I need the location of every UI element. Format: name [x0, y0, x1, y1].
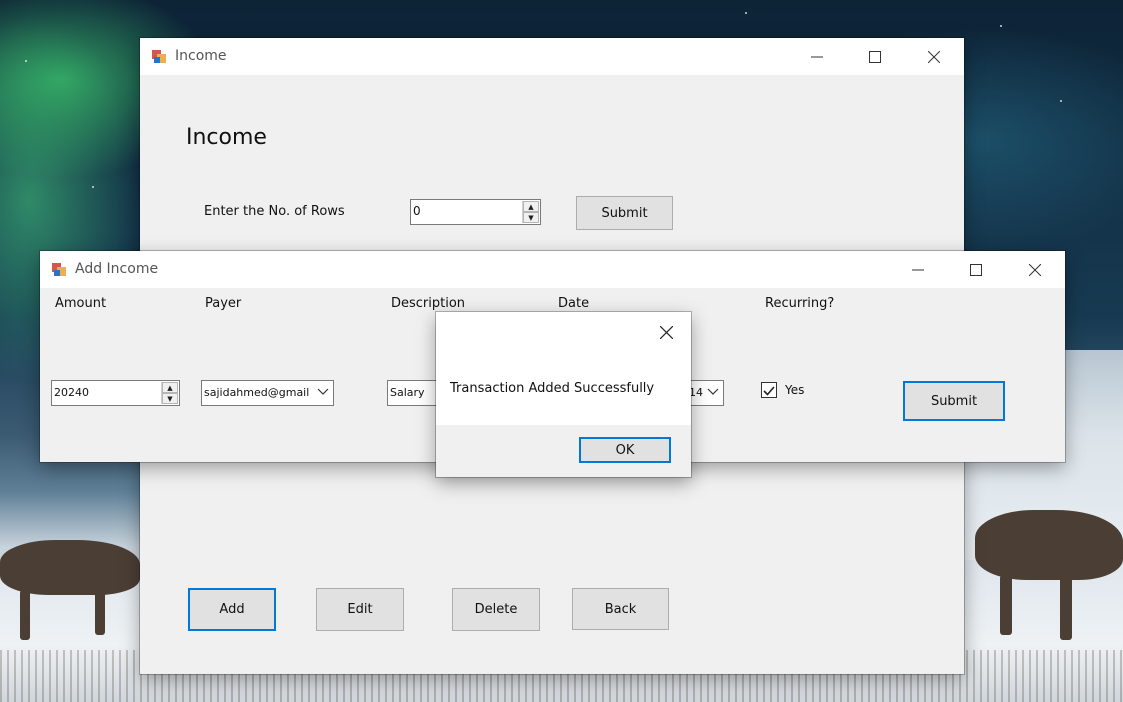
close-button[interactable] [905, 38, 963, 75]
amount-column-label: Amount [55, 296, 107, 311]
maximize-icon [970, 263, 982, 276]
description-value: Salary [390, 386, 425, 399]
maximize-icon [869, 50, 881, 63]
add-button[interactable]: Add [188, 588, 276, 631]
minimize-icon [811, 56, 823, 57]
add-income-titlebar[interactable]: Add Income [40, 251, 1065, 288]
rows-stepper[interactable]: 0 ▲ ▼ [410, 199, 541, 225]
minimize-icon [912, 269, 924, 270]
date-value: 14 [689, 386, 703, 399]
rows-spin[interactable]: ▲ ▼ [522, 201, 539, 223]
message-close-button[interactable] [641, 312, 691, 352]
check-icon [763, 386, 775, 396]
forms-app-icon [52, 263, 66, 276]
star [745, 12, 747, 14]
spin-down-icon[interactable]: ▼ [523, 212, 539, 223]
reindeer-left [0, 540, 140, 595]
minimize-button[interactable] [788, 38, 846, 75]
maximize-button[interactable] [947, 251, 1005, 288]
edit-button[interactable]: Edit [316, 588, 404, 631]
rows-submit-button[interactable]: Submit [576, 196, 673, 230]
forms-app-icon [152, 50, 166, 63]
maximize-button[interactable] [846, 38, 904, 75]
message-box: Transaction Added Successfully OK [436, 312, 691, 477]
recurring-column-label: Recurring? [765, 296, 835, 311]
star [92, 186, 94, 188]
star [25, 60, 27, 62]
reindeer-right [975, 510, 1123, 580]
add-income-submit-button[interactable]: Submit [903, 381, 1005, 421]
back-button[interactable]: Back [572, 588, 669, 630]
add-income-window-title: Add Income [75, 261, 159, 277]
spin-up-icon[interactable]: ▲ [162, 382, 178, 393]
amount-value: 20240 [54, 386, 89, 399]
income-titlebar[interactable]: Income [140, 38, 964, 75]
description-column-label: Description [391, 296, 466, 311]
reindeer-leg [1000, 575, 1012, 635]
amount-spin[interactable]: ▲ ▼ [161, 382, 178, 404]
rows-value: 0 [413, 204, 421, 218]
rows-label: Enter the No. of Rows [204, 204, 345, 219]
reindeer-leg [1060, 575, 1072, 640]
close-icon [659, 325, 673, 339]
message-text: Transaction Added Successfully [450, 381, 655, 396]
minimize-button[interactable] [889, 251, 947, 288]
payer-value: sajidahmed@gmail [204, 386, 310, 399]
star [1000, 25, 1002, 27]
close-icon [1029, 263, 1041, 276]
reindeer-leg [95, 590, 105, 635]
recurring-checkbox[interactable] [761, 382, 777, 398]
income-heading: Income [186, 125, 267, 150]
star [1060, 100, 1062, 102]
amount-stepper[interactable]: 20240 ▲ ▼ [51, 380, 180, 406]
payer-combobox[interactable]: sajidahmed@gmail [201, 380, 334, 406]
close-icon [928, 50, 940, 63]
delete-button[interactable]: Delete [452, 588, 540, 631]
spin-up-icon[interactable]: ▲ [523, 201, 539, 212]
chevron-down-icon [317, 388, 329, 395]
reindeer-leg [20, 590, 30, 640]
date-column-label: Date [558, 296, 590, 311]
payer-column-label: Payer [205, 296, 242, 311]
spin-down-icon[interactable]: ▼ [162, 393, 178, 404]
recurring-yes-label: Yes [785, 383, 805, 397]
chevron-down-icon [707, 388, 719, 395]
income-window-title: Income [175, 48, 227, 64]
ok-button[interactable]: OK [579, 437, 671, 463]
close-button[interactable] [1006, 251, 1064, 288]
